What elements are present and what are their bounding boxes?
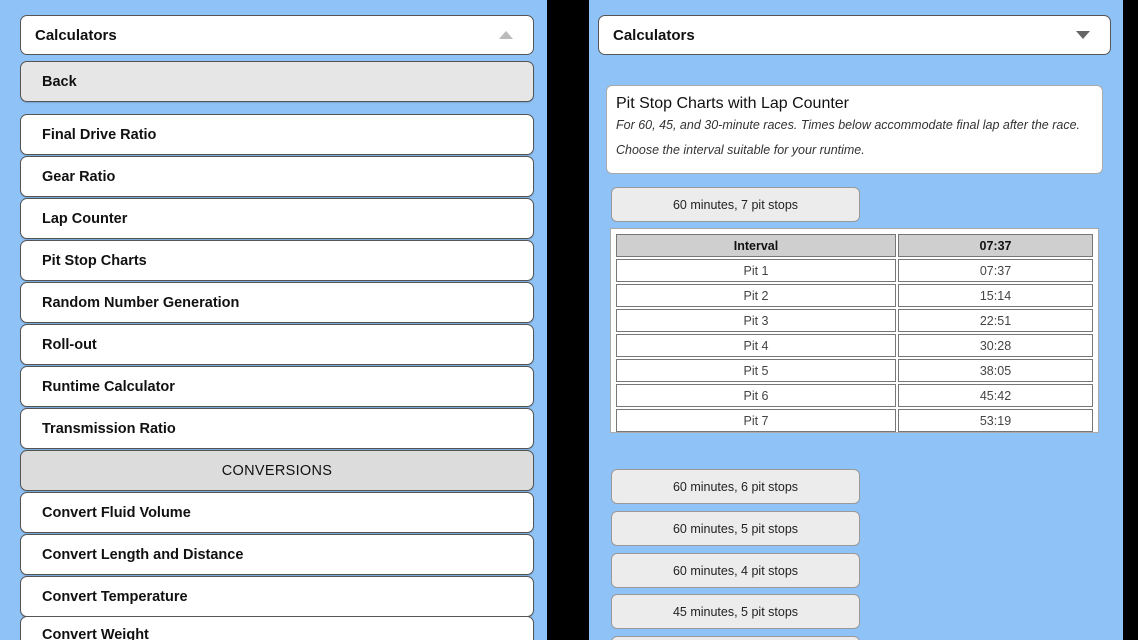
table-cell: Pit 3 xyxy=(616,309,896,332)
menu-item-convert-weight[interactable]: Convert Weight xyxy=(20,616,534,640)
table-row: Pit 2 15:14 xyxy=(616,284,1093,307)
chevron-up-icon xyxy=(499,31,513,39)
dropdown-title: Calculators xyxy=(35,26,117,44)
table-cell: Pit 6 xyxy=(616,384,896,407)
pit-option-button[interactable]: 60 minutes, 4 pit stops xyxy=(611,553,860,588)
table-cell: Pit 1 xyxy=(616,259,896,282)
menu-item-runtime-calculator[interactable]: Runtime Calculator xyxy=(20,366,534,407)
menu-item-roll-out[interactable]: Roll-out xyxy=(20,324,534,365)
chevron-down-icon xyxy=(1076,31,1090,39)
column-header: Interval xyxy=(616,234,896,257)
pit-stop-charts-panel: Calculators Pit Stop Charts with Lap Cou… xyxy=(589,0,1123,640)
table-cell: Pit 5 xyxy=(616,359,896,382)
section-header-conversions: CONVERSIONS xyxy=(20,450,534,491)
menu-item-pit-stop-charts[interactable]: Pit Stop Charts xyxy=(20,240,534,281)
table-cell: Pit 2 xyxy=(616,284,896,307)
menu-item-transmission-ratio[interactable]: Transmission Ratio xyxy=(20,408,534,449)
pit-option-button[interactable]: 60 minutes, 7 pit stops xyxy=(611,187,860,222)
card-title: Pit Stop Charts with Lap Counter xyxy=(616,95,850,112)
table-row: Pit 4 30:28 xyxy=(616,334,1093,357)
table-cell: 22:51 xyxy=(898,309,1093,332)
calculator-menu-panel: Calculators Back Final Drive Ratio Gear … xyxy=(0,0,547,640)
menu-item-gear-ratio[interactable]: Gear Ratio xyxy=(20,156,534,197)
table-row: Pit 1 07:37 xyxy=(616,259,1093,282)
pit-option-button[interactable]: 60 minutes, 5 pit stops xyxy=(611,511,860,546)
calculators-dropdown[interactable]: Calculators xyxy=(598,15,1111,55)
pit-option-button[interactable]: 60 minutes, 6 pit stops xyxy=(611,469,860,504)
menu-item-convert-fluid-volume[interactable]: Convert Fluid Volume xyxy=(20,492,534,533)
menu-item-convert-temperature[interactable]: Convert Temperature xyxy=(20,576,534,617)
menu-item-lap-counter[interactable]: Lap Counter xyxy=(20,198,534,239)
table-row: Pit 5 38:05 xyxy=(616,359,1093,382)
table-header-row: Interval 07:37 xyxy=(616,234,1093,257)
info-card: Pit Stop Charts with Lap Counter For 60,… xyxy=(606,85,1103,174)
pit-option-button[interactable] xyxy=(611,636,860,640)
table-cell: 07:37 xyxy=(898,259,1093,282)
pit-stop-table: Interval 07:37 Pit 1 07:37 Pit 2 15:14 P… xyxy=(610,228,1099,433)
menu-item-final-drive-ratio[interactable]: Final Drive Ratio xyxy=(20,114,534,155)
table-row: Pit 3 22:51 xyxy=(616,309,1093,332)
pit-option-button[interactable]: 45 minutes, 5 pit stops xyxy=(611,594,860,629)
dropdown-title: Calculators xyxy=(613,26,695,44)
back-button[interactable]: Back xyxy=(20,61,534,102)
menu-item-convert-length[interactable]: Convert Length and Distance xyxy=(20,534,534,575)
table-row: Pit 6 45:42 xyxy=(616,384,1093,407)
table-cell: Pit 4 xyxy=(616,334,896,357)
table-cell: 53:19 xyxy=(898,409,1093,432)
menu-item-random-number[interactable]: Random Number Generation xyxy=(20,282,534,323)
table-cell: 15:14 xyxy=(898,284,1093,307)
table-cell: 45:42 xyxy=(898,384,1093,407)
table-row: Pit 7 53:19 xyxy=(616,409,1093,432)
table-cell: 38:05 xyxy=(898,359,1093,382)
column-header: 07:37 xyxy=(898,234,1093,257)
card-description: For 60, 45, and 30-minute races. Times b… xyxy=(616,118,1081,157)
calculators-dropdown[interactable]: Calculators xyxy=(20,15,534,55)
table-cell: 30:28 xyxy=(898,334,1093,357)
table-cell: Pit 7 xyxy=(616,409,896,432)
